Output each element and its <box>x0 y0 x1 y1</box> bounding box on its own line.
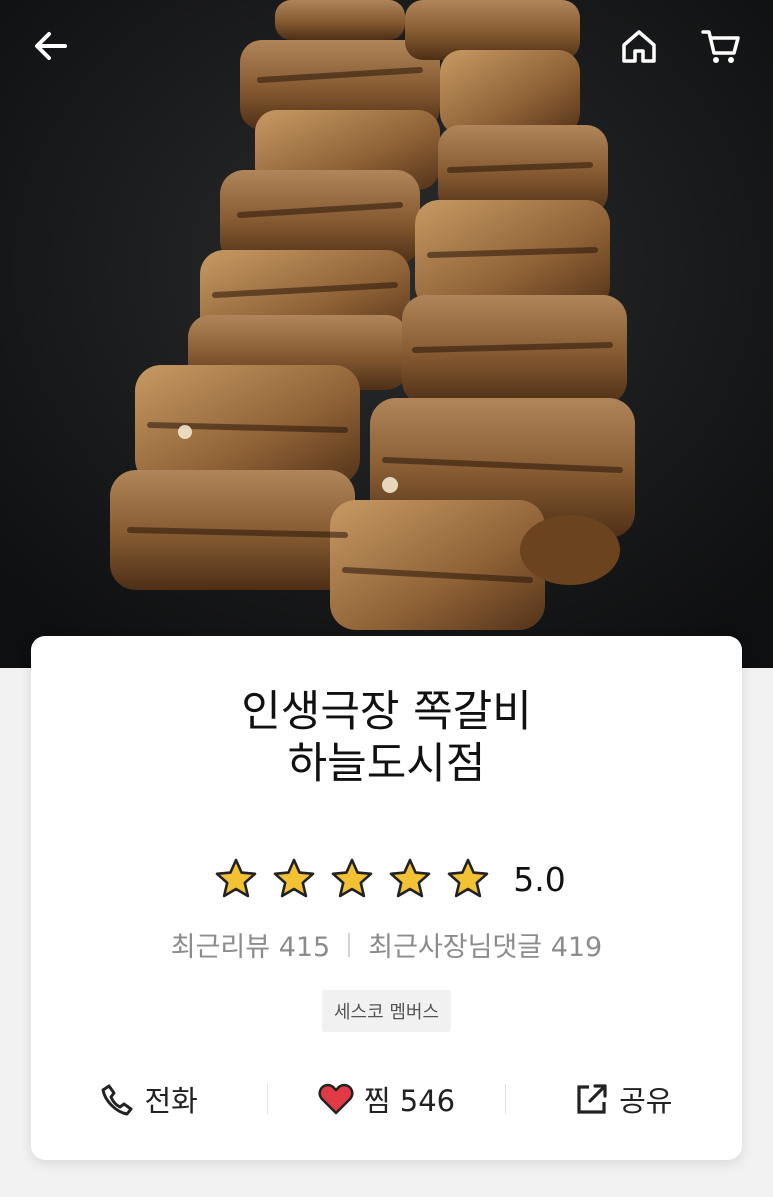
star-icon <box>447 858 489 898</box>
owner-replies-link[interactable]: 최근사장님댓글 419 <box>368 925 602 964</box>
star-icon <box>215 858 257 898</box>
rating-row: 5.0 <box>31 854 742 904</box>
cart-button[interactable] <box>695 20 747 72</box>
star-icon <box>273 858 315 898</box>
like-label: 찜 546 <box>363 1084 456 1118</box>
cesco-badge: 세스코 멤버스 <box>321 990 452 1032</box>
hero-image <box>0 0 773 668</box>
phone-icon <box>101 1084 133 1116</box>
top-bar <box>0 0 773 90</box>
share-icon <box>577 1084 607 1114</box>
home-button[interactable] <box>613 20 665 72</box>
heart-icon <box>318 1083 354 1115</box>
divider <box>348 932 351 957</box>
recent-reviews-link[interactable]: 최근리뷰 415 <box>171 925 330 964</box>
like-button[interactable]: 찜 546 <box>268 1078 504 1120</box>
share-label: 공유 <box>619 1084 673 1118</box>
star-icon <box>389 858 431 898</box>
store-name-line2: 하늘도시점 <box>287 739 486 789</box>
call-label: 전화 <box>144 1084 198 1118</box>
star-icon <box>331 858 373 898</box>
star-rating <box>207 857 497 901</box>
call-button[interactable]: 전화 <box>31 1078 267 1120</box>
share-button[interactable]: 공유 <box>506 1078 742 1120</box>
action-bar: 전화 찜 546 공유 <box>31 1074 742 1124</box>
store-info-card: 인생극장 쪽갈비 하늘도시점 5.0 최근리뷰 415 최근사장님댓글 419 … <box>31 636 742 1160</box>
review-counts: 최근리뷰 415 최근사장님댓글 419 <box>31 925 742 964</box>
arrow-left-icon <box>35 32 67 60</box>
store-name: 인생극장 쪽갈비 하늘도시점 <box>31 686 742 790</box>
rating-score: 5.0 <box>513 859 566 899</box>
back-button[interactable] <box>25 20 77 72</box>
cart-icon <box>701 30 740 63</box>
store-name-line1: 인생극장 쪽갈비 <box>241 687 532 737</box>
home-icon <box>622 30 656 63</box>
